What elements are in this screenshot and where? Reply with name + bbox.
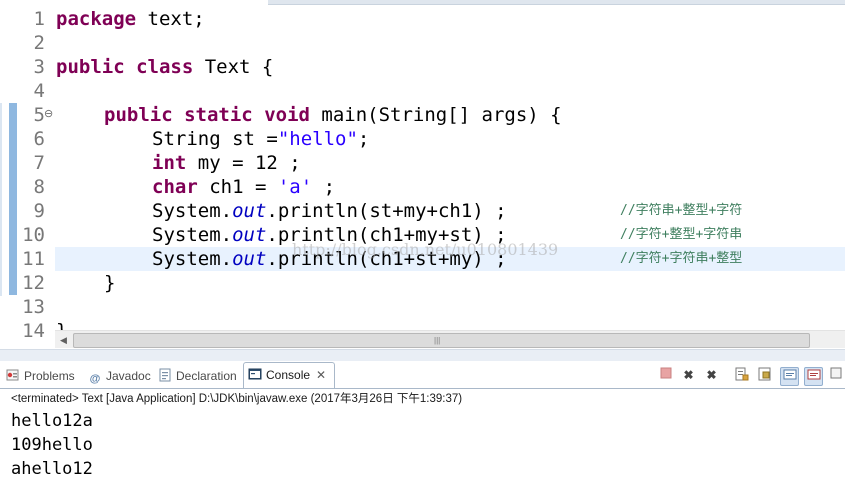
line-number: 4 [33, 80, 45, 102]
keyword: public [104, 104, 173, 126]
code-text: System. [152, 200, 233, 222]
watermark: http://blog.csdn.net/u010801439 [292, 240, 559, 259]
code-text: System. [152, 248, 233, 270]
code-text: ; [312, 176, 336, 198]
code-text: ch1 = [197, 176, 278, 198]
code-comment: //字符串+整型+字符 [620, 203, 743, 218]
code-text: Text { [193, 56, 274, 78]
remove-all-terminated-icon[interactable]: ✖ [703, 367, 720, 384]
keyword: public [56, 56, 125, 78]
console-output-line: hello12a [11, 411, 93, 431]
string-literal: "hello" [277, 128, 358, 150]
console-output-line: 109hello [11, 435, 93, 455]
scroll-left-arrow-icon[interactable]: ◀ [55, 331, 72, 348]
line-number: 10 [22, 224, 45, 246]
remove-launch-icon[interactable]: ✖ [680, 367, 697, 384]
line-number: 12 [22, 272, 45, 294]
static-field: out [232, 200, 267, 222]
show-console-on-error-icon[interactable] [804, 367, 823, 386]
keyword: char [152, 176, 198, 198]
close-icon[interactable]: ✕ [316, 368, 326, 382]
line-number: 5 [33, 104, 45, 126]
tab-console[interactable]: Console ✕ [243, 362, 336, 389]
line-number: 9 [33, 200, 45, 222]
javadoc-icon: @ [89, 373, 101, 385]
tab-javadoc[interactable]: @ Javadoc [88, 364, 151, 388]
keyword: class [136, 56, 194, 78]
tab-label: Problems [24, 369, 75, 383]
code-line[interactable]: String st ="hello"; [152, 127, 369, 151]
code-line[interactable]: package text; [56, 7, 205, 31]
tab-problems[interactable]: Problems [6, 364, 75, 388]
console-status: <terminated> Text [Java Application] D:\… [11, 393, 463, 405]
code-text: ; [357, 128, 370, 150]
code-text: String st = [152, 128, 278, 150]
static-field: out [232, 248, 267, 270]
pin-console-icon[interactable] [756, 367, 773, 384]
scroll-lock-icon[interactable] [733, 367, 750, 384]
show-console-on-output-icon[interactable] [780, 367, 799, 386]
view-tab-bar: Problems @ Javadoc Declaration Console ✕ ✖… [0, 361, 845, 389]
keyword: void [264, 104, 310, 126]
char-literal: 'a' [277, 176, 313, 198]
horizontal-scrollbar[interactable]: ◀ ||| [55, 330, 845, 348]
keyword: static [184, 104, 253, 126]
keyword: int [152, 152, 187, 174]
line-number: 3 [33, 56, 45, 78]
code-editor[interactable]: 1 2 3 4 5 6 7 8 9 10 11 12 13 14 ⊖ packa… [0, 0, 845, 348]
scrollbar-thumb[interactable]: ||| [73, 333, 810, 348]
code-line[interactable]: int my = 12 ; [152, 151, 301, 175]
console-icon [248, 367, 262, 381]
fold-collapse-icon[interactable]: ⊖ [44, 108, 53, 120]
code-line[interactable]: public static void main(String[] args) { [104, 103, 562, 127]
code-comment: //字符+整型+字符串 [620, 227, 743, 242]
tab-bar-border [0, 388, 845, 389]
code-text: text; [136, 8, 205, 30]
tab-label: Javadoc [106, 369, 151, 383]
problems-icon [6, 368, 20, 382]
static-field: out [232, 224, 267, 246]
line-number: 1 [33, 8, 45, 30]
line-number: 13 [22, 296, 45, 318]
code-text: my = 12 ; [186, 152, 301, 174]
editor-top-strip [268, 0, 845, 5]
code-line[interactable]: char ch1 = 'a' ; [152, 175, 335, 199]
code-text: .println(st+my+ch1) ; [266, 200, 507, 222]
terminate-icon[interactable] [657, 367, 674, 384]
tab-label: Declaration [176, 369, 237, 383]
scroll-grip-icon: ||| [434, 336, 441, 345]
line-number: 6 [33, 128, 45, 150]
code-text: System. [152, 224, 233, 246]
code-line[interactable]: } [104, 271, 115, 295]
keyword: package [56, 8, 137, 30]
line-number: 7 [33, 152, 45, 174]
line-number: 2 [33, 32, 45, 54]
change-ruler-bar [9, 103, 17, 295]
line-number: 8 [33, 176, 45, 198]
code-line[interactable]: public class Text { [56, 55, 273, 79]
line-number: 14 [22, 320, 45, 342]
editor-left-margin [0, 103, 2, 296]
code-comment: //字符+字符串+整型 [620, 251, 743, 266]
tab-declaration[interactable]: Declaration [158, 364, 237, 388]
console-output-line: ahello12 [11, 459, 93, 479]
view-menu-icon[interactable] [829, 367, 843, 384]
console-panel: Problems @ Javadoc Declaration Console ✕ ✖… [0, 361, 845, 481]
declaration-icon [158, 368, 172, 382]
code-line[interactable]: System.out.println(st+my+ch1) ; [152, 199, 507, 223]
line-number: 11 [22, 248, 45, 270]
code-text: main(String[] args) { [309, 104, 562, 126]
tab-label: Console [266, 368, 311, 382]
